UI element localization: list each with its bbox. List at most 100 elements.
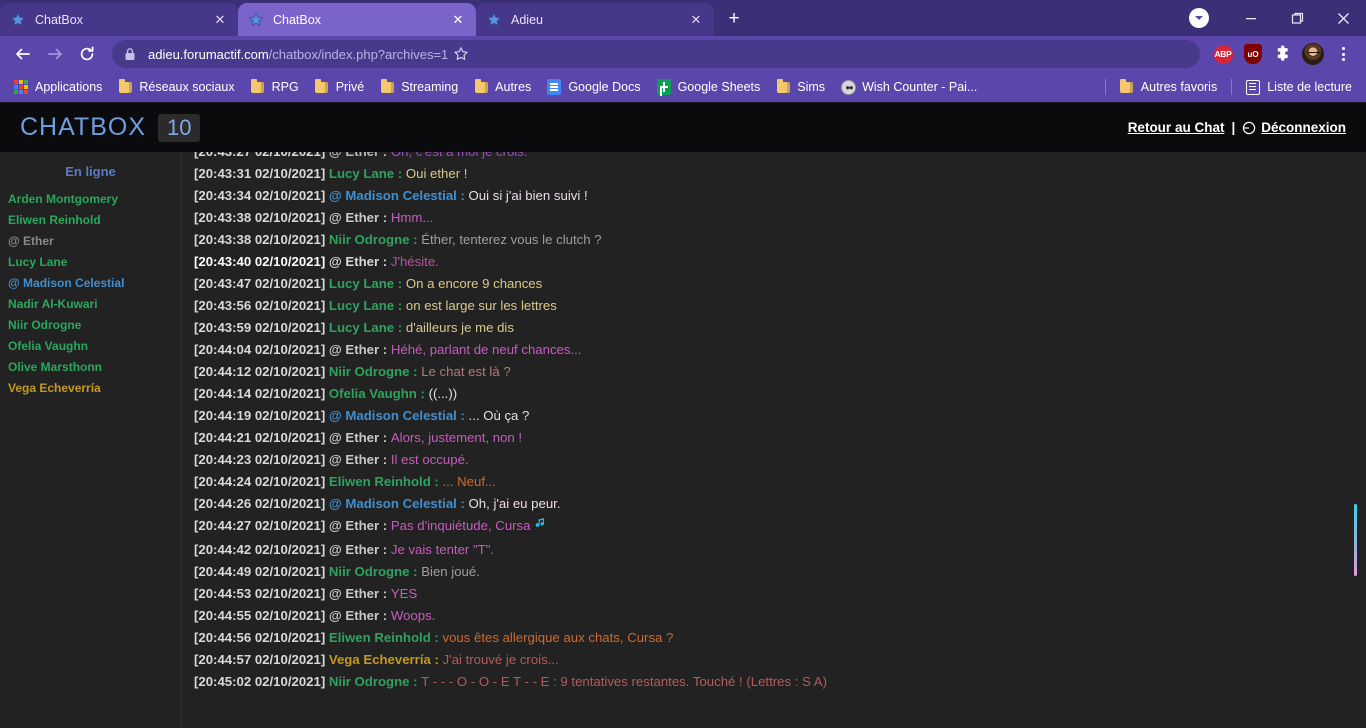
message-text: ... Où ça ? [468, 408, 530, 423]
browser-menu-button[interactable] [1328, 39, 1358, 69]
online-user[interactable]: Nadir Al-Kuwari [0, 294, 181, 315]
message-author[interactable]: Lucy Lane : [329, 166, 406, 181]
address-bar[interactable]: adieu.forumactif.com/chatbox/index.php?a… [112, 40, 1200, 68]
tab-close-button[interactable]: ✕ [450, 12, 466, 28]
message-author[interactable]: Niir Odrogne : [329, 564, 421, 579]
message-author[interactable]: Niir Odrogne : [329, 674, 421, 689]
three-dots-icon [1330, 47, 1356, 61]
online-user[interactable]: Vega Echeverría [0, 378, 181, 399]
extensions-puzzle-icon[interactable] [1268, 39, 1298, 69]
minimize-button[interactable] [1228, 0, 1274, 36]
bookmark-label: Liste de lecture [1267, 80, 1352, 94]
bookmark-prive[interactable]: Privé [307, 75, 371, 99]
page-content: CHATBOX 10 Retour au Chat | Déconnexion … [0, 102, 1366, 728]
chat-scrollbar[interactable] [1354, 152, 1358, 728]
online-user[interactable]: Niir Odrogne [0, 315, 181, 336]
bookmark-wish-counter[interactable]: Wish Counter - Pai... [833, 75, 984, 99]
bookmark-rpg[interactable]: RPG [243, 75, 306, 99]
online-user[interactable]: Lucy Lane [0, 252, 181, 273]
message-timestamp: [20:44:04 02/10/2021] [194, 342, 329, 357]
bookmark-label: Réseaux sociaux [139, 80, 235, 94]
chat-message: [20:44:14 02/10/2021] Ofelia Vaughn : ((… [194, 383, 1366, 405]
tab-close-button[interactable]: ✕ [212, 12, 228, 28]
message-text: Héhé, parlant de neuf chances... [390, 342, 582, 357]
bookmark-autres[interactable]: Autres [466, 75, 538, 99]
maximize-button[interactable] [1274, 0, 1320, 36]
message-author[interactable]: Vega Echeverría : [329, 652, 443, 667]
message-timestamp: [20:44:21 02/10/2021] [194, 430, 329, 445]
adblock-plus-icon[interactable]: ABP [1208, 39, 1238, 69]
bookmark-streaming[interactable]: Streaming [372, 75, 465, 99]
message-text: Bien joué. [421, 564, 480, 579]
tab-chatbox-2[interactable]: ChatBox ✕ [238, 3, 476, 36]
logout-link[interactable]: Déconnexion [1261, 120, 1346, 135]
online-user[interactable]: Arden Montgomery [0, 189, 181, 210]
online-user[interactable]: Olive Marsthonn [0, 357, 181, 378]
message-author[interactable]: @ Madison Celestial : [329, 496, 469, 511]
bookmark-google-docs[interactable]: Google Docs [539, 75, 647, 99]
tab-close-button[interactable]: ✕ [688, 12, 704, 28]
ublock-origin-icon[interactable]: uO [1238, 39, 1268, 69]
apps-grid-icon [13, 79, 29, 95]
message-author[interactable]: @ Ether : [329, 210, 391, 225]
message-author[interactable]: Lucy Lane : [329, 276, 406, 291]
message-author[interactable]: @ Ether : [329, 254, 391, 269]
bookmark-reseaux-sociaux[interactable]: Réseaux sociaux [110, 75, 241, 99]
message-author[interactable]: @ Madison Celestial : [329, 408, 469, 423]
reload-button[interactable] [72, 39, 102, 69]
online-user[interactable]: @ Ether [0, 231, 181, 252]
message-author[interactable]: @ Ether : [329, 452, 391, 467]
new-tab-button[interactable]: + [720, 5, 748, 33]
online-user[interactable]: Ofelia Vaughn [0, 336, 181, 357]
message-author[interactable]: @ Ether : [329, 342, 391, 357]
bookmark-autres-favoris[interactable]: Autres favoris [1112, 75, 1224, 99]
tab-chatbox-1[interactable]: ChatBox ✕ [0, 3, 238, 36]
tab-title: ChatBox [273, 12, 321, 27]
online-user[interactable]: @ Madison Celestial [0, 273, 181, 294]
message-author[interactable]: Ofelia Vaughn : [329, 386, 429, 401]
chat-message: [20:43:56 02/10/2021] Lucy Lane : on est… [194, 295, 1366, 317]
message-author[interactable]: Lucy Lane : [329, 320, 406, 335]
forward-button[interactable] [40, 39, 70, 69]
message-author[interactable]: @ Ether : [329, 608, 391, 623]
chat-message: [20:43:59 02/10/2021] Lucy Lane : d'aill… [194, 317, 1366, 339]
message-author[interactable]: @ Madison Celestial : [329, 188, 469, 203]
message-author[interactable]: @ Ether : [329, 586, 391, 601]
chat-scrollbar-thumb[interactable] [1354, 504, 1357, 576]
tab-adieu[interactable]: Adieu ✕ [476, 3, 714, 36]
chat-message: [20:43:38 02/10/2021] @ Ether : Hmm... [194, 207, 1366, 229]
bookmark-liste-de-lecture[interactable]: Liste de lecture [1238, 75, 1359, 99]
message-author[interactable]: @ Ether : [329, 430, 391, 445]
profile-avatar[interactable] [1298, 39, 1328, 69]
bookmark-label: Autres favoris [1140, 80, 1218, 94]
chat-message: [20:44:24 02/10/2021] Eliwen Reinhold : … [194, 471, 1366, 493]
bookmark-google-sheets[interactable]: Google Sheets [649, 75, 768, 99]
online-user[interactable]: Eliwen Reinhold [0, 210, 181, 231]
folder-icon [379, 79, 395, 95]
message-author[interactable]: Niir Odrogne : [329, 232, 421, 247]
message-author[interactable]: @ Ether : [329, 542, 391, 557]
message-author[interactable]: @ Ether : [329, 518, 391, 533]
folder-icon [1119, 79, 1135, 95]
message-author[interactable]: @ Ether : [329, 152, 391, 159]
message-author[interactable]: Lucy Lane : [329, 298, 406, 313]
chat-message: [20:44:12 02/10/2021] Niir Odrogne : Le … [194, 361, 1366, 383]
bookmark-applications[interactable]: Applications [6, 75, 109, 99]
back-to-chat-link[interactable]: Retour au Chat [1128, 120, 1225, 135]
ublock-badge: uO [1244, 44, 1262, 64]
chat-message: [20:43:31 02/10/2021] Lucy Lane : Oui et… [194, 163, 1366, 185]
google-sheets-icon [656, 79, 672, 95]
close-window-button[interactable] [1320, 0, 1366, 36]
bookmark-star-icon[interactable] [448, 46, 474, 62]
bookmark-sims[interactable]: Sims [768, 75, 832, 99]
message-author[interactable]: Niir Odrogne : [329, 364, 421, 379]
message-author[interactable]: Eliwen Reinhold : [329, 474, 443, 489]
profile-indicator-icon[interactable] [1182, 0, 1228, 36]
message-timestamp: [20:43:59 02/10/2021] [194, 320, 329, 335]
google-docs-icon [546, 79, 562, 95]
bookmark-label: Privé [335, 80, 365, 94]
message-author[interactable]: Eliwen Reinhold : [329, 630, 443, 645]
chatbox-header-actions: Retour au Chat | Déconnexion [1128, 120, 1346, 135]
message-text: Le chat est là ? [421, 364, 511, 379]
back-button[interactable] [8, 39, 38, 69]
